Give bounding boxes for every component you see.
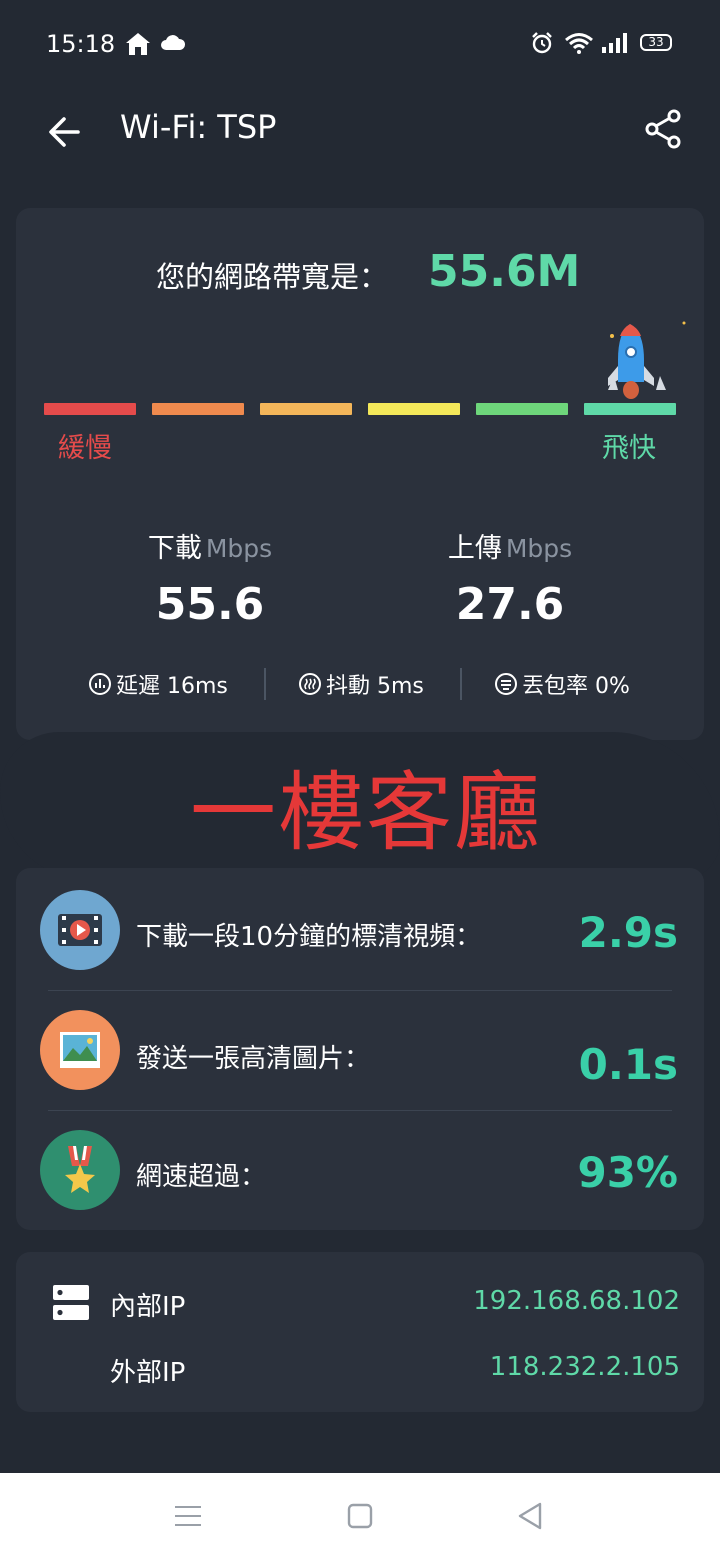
estimate-label: 網速超過：	[136, 1162, 267, 1192]
app-bar: Wi-Fi: TSP	[0, 88, 720, 192]
back-arrow-icon[interactable]	[44, 110, 88, 154]
bandwidth-value: 55.6M	[428, 246, 581, 297]
menu-icon[interactable]	[174, 1501, 202, 1531]
estimate-value: 93%	[577, 1148, 678, 1197]
stat-divider	[264, 668, 266, 700]
estimate-value: 2.9s	[578, 908, 678, 957]
jitter-stat: 抖動 5ms	[298, 668, 424, 700]
internal-ip-label: 內部IP	[110, 1292, 186, 1322]
share-icon[interactable]	[644, 108, 684, 152]
home-square-icon[interactable]	[346, 1501, 374, 1531]
video-icon	[40, 890, 120, 970]
external-ip-label: 外部IP	[110, 1358, 186, 1388]
upload-value: 27.6	[455, 579, 565, 630]
speed-scale-segment	[584, 403, 676, 415]
server-icon	[53, 1285, 89, 1320]
packet-loss-text: 丟包率 0%	[522, 674, 630, 699]
latency-text: 延遲 16ms	[116, 674, 228, 699]
external-ip-value: 118.232.2.105	[489, 1352, 680, 1382]
latency-icon	[89, 673, 111, 695]
download-unit: Mbps	[205, 534, 273, 563]
download-value: 55.6	[155, 579, 265, 630]
page-title: Wi-Fi: TSP	[120, 108, 277, 146]
speed-scale-segment	[152, 403, 244, 415]
handwritten-annotation: 一樓客廳	[190, 763, 542, 863]
estimate-row-rank: 網速超過： 93%	[16, 1110, 704, 1230]
battery-icon: 33	[640, 34, 672, 51]
packet-loss-stat: 丟包率 0%	[494, 668, 630, 700]
alarm-icon	[532, 32, 552, 54]
latency-stat: 延遲 16ms	[88, 668, 228, 700]
back-triangle-icon[interactable]	[516, 1501, 544, 1531]
scale-slow-label: 緩慢	[58, 433, 112, 464]
estimate-label: 發送一張高清圖片：	[136, 1044, 371, 1074]
status-bar: 15:18 33	[0, 0, 720, 88]
upload-metric: 上傳 Mbps 27.6	[360, 526, 660, 630]
ip-info-card: 內部IP 192.168.68.102 外部IP 118.232.2.105	[16, 1252, 704, 1412]
bandwidth-label: 您的網路帶寬是：	[156, 260, 389, 294]
scale-fast-label: 飛快	[602, 433, 656, 464]
estimate-value: 0.1s	[578, 1040, 678, 1089]
signal-icon	[602, 33, 627, 53]
estimate-label: 下載一段10分鐘的標清視頻：	[136, 922, 482, 952]
picture-icon	[40, 1010, 120, 1090]
estimate-row-video: 下載一段10分鐘的標清視頻： 2.9s	[16, 870, 704, 990]
upload-unit: Mbps	[505, 534, 573, 563]
wifi-icon	[565, 33, 593, 54]
speed-scale-segment	[44, 403, 136, 415]
status-time: 15:18	[46, 30, 116, 58]
speed-estimates-card: 下載一段10分鐘的標清視頻： 2.9s 發送一張高清圖片： 0.1s 網速超過：…	[16, 868, 704, 1230]
estimate-row-picture: 發送一張高清圖片： 0.1s	[16, 990, 704, 1110]
system-nav-bar	[0, 1473, 720, 1561]
download-metric: 下載 Mbps 55.6	[60, 526, 360, 630]
home-icon	[126, 33, 150, 55]
stat-divider	[460, 668, 462, 700]
speed-scale-segment	[368, 403, 460, 415]
speed-scale-segment	[476, 403, 568, 415]
download-label: 下載	[147, 533, 202, 564]
cloud-icon	[161, 35, 186, 50]
upload-label: 上傳	[447, 533, 502, 564]
speed-result-card: 您的網路帶寬是： 55.6M 緩慢 飛快 下載 Mbps 55.6 上傳 Mbps …	[16, 208, 704, 740]
internal-ip-value: 192.168.68.102	[473, 1286, 680, 1316]
jitter-icon	[299, 673, 321, 695]
medal-icon	[40, 1130, 120, 1210]
packet-loss-icon	[495, 673, 517, 695]
speed-scale-segment	[260, 403, 352, 415]
network-stats-row: 延遲 16ms 抖動 5ms 丟包率 0%	[16, 666, 704, 706]
rocket-icon	[608, 321, 686, 399]
jitter-text: 抖動 5ms	[326, 674, 424, 699]
